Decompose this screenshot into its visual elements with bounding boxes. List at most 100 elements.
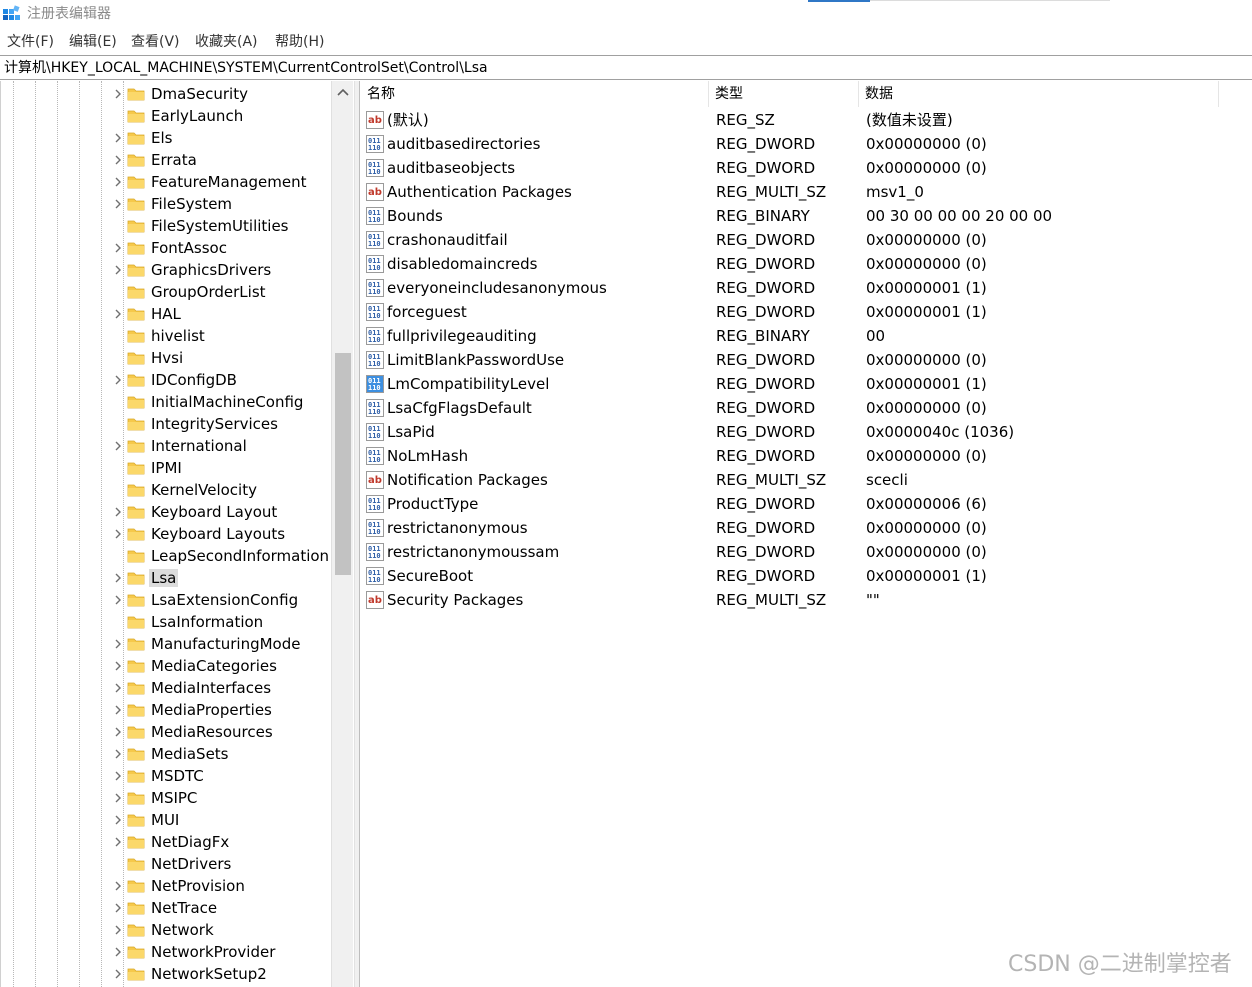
value-row[interactable]: 011 110 restrictanonymous REG_DWORD 0x000000… [361,516,1252,540]
menu-view[interactable]: 查看(V) [131,33,180,51]
chevron-right-icon[interactable] [111,769,125,783]
chevron-right-icon[interactable] [111,747,125,761]
tree-item[interactable]: InitialMachineConfig [109,391,334,413]
chevron-right-icon[interactable] [111,87,125,101]
tree-item[interactable]: EarlyLaunch [109,105,334,127]
chevron-right-icon[interactable] [111,527,125,541]
tree-item[interactable]: hivelist [109,325,334,347]
chevron-right-icon[interactable] [111,593,125,607]
tree-item[interactable]: Lsa [109,567,334,589]
key-tree[interactable]: DmaSecurity EarlyLaunch Els Errata FeatureMa… [0,81,354,987]
tree-item[interactable]: LeapSecondInformation [109,545,334,567]
value-row[interactable]: 011 110 ProductType REG_DWORD 0x00000006 (6) [361,492,1252,516]
chevron-right-icon[interactable] [111,571,125,585]
chevron-up-icon[interactable] [336,87,350,97]
tree-item[interactable]: MediaSets [109,743,334,765]
chevron-right-icon[interactable] [111,307,125,321]
chevron-right-icon[interactable] [111,681,125,695]
tree-item[interactable]: GroupOrderList [109,281,334,303]
value-row[interactable]: ab Authentication Packages REG_MULTI_SZ msv… [361,180,1252,204]
tree-item[interactable]: DmaSecurity [109,83,334,105]
tree-item[interactable]: MediaCategories [109,655,334,677]
chevron-right-icon[interactable] [111,923,125,937]
value-row[interactable]: 011 110 everyoneincludesanonymous REG_DWORD… [361,276,1252,300]
tree-item[interactable]: MSDTC [109,765,334,787]
tree-item[interactable]: NetProvision [109,875,334,897]
value-row[interactable]: 011 110 SecureBoot REG_DWORD 0x00000001 (1) [361,564,1252,588]
tree-item[interactable]: International [109,435,334,457]
chevron-right-icon[interactable] [111,791,125,805]
value-row[interactable]: 011 110 forceguest REG_DWORD 0x00000001 (1) [361,300,1252,324]
tree-item[interactable]: Network [109,919,334,941]
value-row[interactable]: 011 110 LsaCfgFlagsDefault REG_DWORD 0x00000… [361,396,1252,420]
tree-item[interactable]: Hvsi [109,347,334,369]
tree-item[interactable]: FileSystemUtilities [109,215,334,237]
chevron-right-icon[interactable] [111,263,125,277]
chevron-right-icon[interactable] [111,703,125,717]
chevron-right-icon[interactable] [111,175,125,189]
tree-item[interactable]: Errata [109,149,334,171]
address-bar[interactable]: 计算机\HKEY_LOCAL_MACHINE\SYSTEM\CurrentCon… [0,55,1252,80]
tree-item[interactable]: LsaExtensionConfig [109,589,334,611]
tree-item[interactable]: IntegrityServices [109,413,334,435]
tree-item[interactable]: MediaResources [109,721,334,743]
tree-item[interactable]: HAL [109,303,334,325]
menu-file[interactable]: 文件(F) [7,33,54,51]
tree-item[interactable]: Els [109,127,334,149]
chevron-right-icon[interactable] [111,373,125,387]
value-row[interactable]: 011 110 disabledomaincreds REG_DWORD 0x00000… [361,252,1252,276]
chevron-right-icon[interactable] [111,131,125,145]
chevron-right-icon[interactable] [111,439,125,453]
tree-item[interactable]: MediaProperties [109,699,334,721]
value-row[interactable]: 011 110 NoLmHash REG_DWORD 0x00000000 (0) [361,444,1252,468]
chevron-right-icon[interactable] [111,901,125,915]
menu-favorites[interactable]: 收藏夹(A) [195,33,258,51]
column-header-type[interactable]: 类型 [709,81,859,107]
tree-item[interactable]: IPMI [109,457,334,479]
tree-item[interactable]: NetDiagFx [109,831,334,853]
value-row[interactable]: 011 110 LmCompatibilityLevel REG_DWORD 0x000… [361,372,1252,396]
value-row[interactable]: 011 110 fullprivilegeauditing REG_BINARY 00 [361,324,1252,348]
chevron-right-icon[interactable] [111,967,125,981]
value-row[interactable]: ab Notification Packages REG_MULTI_SZ scecl… [361,468,1252,492]
tree-item[interactable]: IDConfigDB [109,369,334,391]
column-header-name[interactable]: 名称 [361,81,709,107]
tree-item[interactable]: NetDrivers [109,853,334,875]
menu-edit[interactable]: 编辑(E) [69,33,117,51]
pane-splitter[interactable] [354,81,360,987]
tree-item[interactable]: ManufacturingMode [109,633,334,655]
chevron-right-icon[interactable] [111,725,125,739]
value-list[interactable]: 名称 类型 数据 ab (默认) REG_SZ (数值未设置) 011 110 auditb… [361,81,1252,987]
tree-item[interactable]: NetTrace [109,897,334,919]
chevron-right-icon[interactable] [111,835,125,849]
menu-help[interactable]: 帮助(H) [275,33,324,51]
scroll-thumb[interactable] [335,353,351,575]
chevron-right-icon[interactable] [111,945,125,959]
tree-scrollbar[interactable] [331,81,353,987]
chevron-right-icon[interactable] [111,197,125,211]
value-row[interactable]: 011 110 LsaPid REG_DWORD 0x0000040c (1036) [361,420,1252,444]
column-header-data[interactable]: 数据 [859,81,1219,107]
tree-item[interactable]: MSIPC [109,787,334,809]
value-row[interactable]: 011 110 Bounds REG_BINARY 00 30 00 00 00 20 … [361,204,1252,228]
tree-item[interactable]: FileSystem [109,193,334,215]
chevron-right-icon[interactable] [111,241,125,255]
tree-item[interactable]: KernelVelocity [109,479,334,501]
value-row[interactable]: ab Security Packages REG_MULTI_SZ "" [361,588,1252,612]
chevron-right-icon[interactable] [111,505,125,519]
tree-item[interactable]: NetworkSetup2 [109,963,334,985]
tree-item[interactable]: Keyboard Layouts [109,523,334,545]
tree-item[interactable]: FontAssoc [109,237,334,259]
value-row[interactable]: 011 110 crashonauditfail REG_DWORD 0x0000000… [361,228,1252,252]
tree-item[interactable]: GraphicsDrivers [109,259,334,281]
value-row[interactable]: ab (默认) REG_SZ (数值未设置) [361,108,1252,132]
value-row[interactable]: 011 110 auditbaseobjects REG_DWORD 0x0000000… [361,156,1252,180]
tree-item[interactable]: MediaInterfaces [109,677,334,699]
chevron-right-icon[interactable] [111,637,125,651]
chevron-right-icon[interactable] [111,813,125,827]
value-row[interactable]: 011 110 restrictanonymoussam REG_DWORD 0x000… [361,540,1252,564]
tree-item[interactable]: LsaInformation [109,611,334,633]
address-path[interactable]: 计算机\HKEY_LOCAL_MACHINE\SYSTEM\CurrentCon… [4,59,488,77]
chevron-right-icon[interactable] [111,879,125,893]
chevron-right-icon[interactable] [111,659,125,673]
